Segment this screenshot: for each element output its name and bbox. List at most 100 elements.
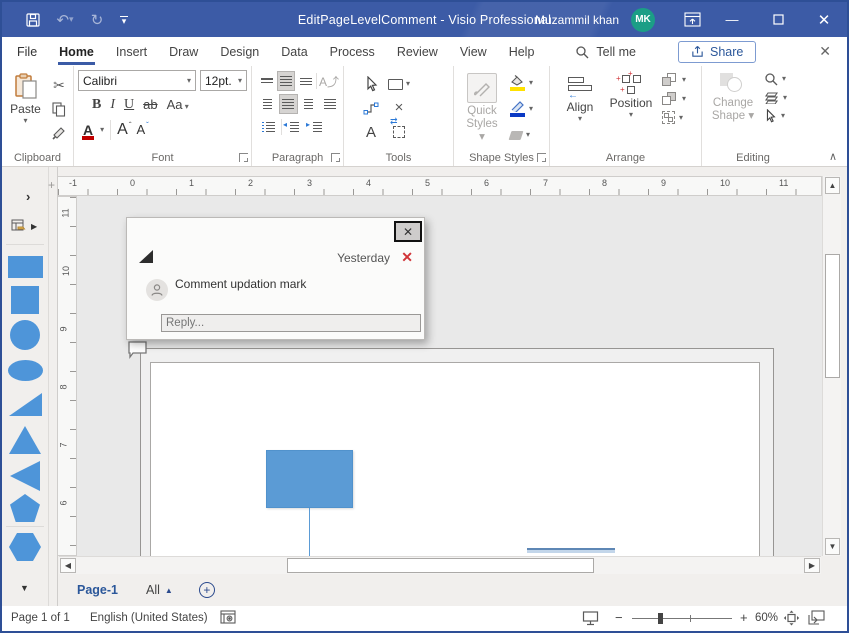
save-icon[interactable] (24, 11, 42, 29)
page-indicator[interactable]: Page 1 of 1 (11, 612, 70, 624)
zoom-out-button[interactable]: − (615, 610, 623, 625)
close-button[interactable]: ✕ (801, 2, 847, 37)
page-comment-indicator-icon[interactable] (127, 340, 149, 360)
font-dialog-launcher-icon[interactable] (239, 153, 248, 162)
close-document-icon[interactable]: ✕ (819, 43, 831, 60)
format-painter-icon[interactable] (49, 124, 69, 142)
align-center-button[interactable] (279, 94, 298, 114)
zoom-slider[interactable] (632, 618, 732, 619)
underline-button[interactable]: U (124, 97, 134, 113)
minimize-button[interactable]: — (709, 2, 755, 37)
master-circle[interactable] (10, 320, 40, 350)
presentation-mode-icon[interactable] (582, 610, 599, 626)
scroll-left-icon[interactable]: ◀ (60, 558, 76, 573)
fit-page-to-window-icon[interactable] (783, 610, 800, 626)
shrink-font-button[interactable]: Aˇ (136, 122, 147, 137)
vertical-scroll-thumb[interactable] (825, 254, 840, 378)
tab-home[interactable]: Home (48, 37, 105, 66)
delete-comment-icon[interactable]: ✕ (401, 249, 413, 266)
horizontal-scrollbar[interactable]: ◀ ▶ (59, 556, 821, 574)
font-size-select[interactable]: 12pt.▾ (200, 70, 247, 91)
paste-button[interactable]: Paste ▾ (6, 70, 45, 146)
tab-review[interactable]: Review (386, 37, 449, 66)
bring-forward-button[interactable]: ▾ (662, 73, 686, 87)
tab-draw[interactable]: Draw (158, 37, 209, 66)
scroll-down-icon[interactable]: ▼ (825, 538, 840, 555)
ribbon-display-options-icon[interactable] (675, 2, 709, 37)
expand-shapes-panel-icon[interactable]: › (26, 189, 30, 204)
bullets-button[interactable] (258, 117, 279, 137)
font-color-chevron-icon[interactable]: ▾ (100, 127, 104, 133)
grow-font-button[interactable]: Aˆ (117, 121, 130, 139)
italic-button[interactable]: I (110, 97, 115, 113)
master-square[interactable] (11, 286, 39, 314)
rectangle-tool-button[interactable]: ▾ (388, 79, 410, 90)
tab-design[interactable]: Design (209, 37, 270, 66)
comment-popup-close-button[interactable]: ✕ (394, 221, 422, 242)
comment-reply-input[interactable] (161, 314, 421, 332)
master-right-triangle[interactable] (9, 393, 42, 416)
tab-insert[interactable]: Insert (105, 37, 158, 66)
stencil-scroll-down-icon[interactable]: ▼ (20, 583, 29, 593)
increase-indent-button[interactable]: ▸ (307, 117, 328, 137)
user-name[interactable]: Muzammil khan (535, 13, 619, 27)
horizontal-ruler[interactable]: + -1 0 1 2 3 4 5 6 7 8 9 10 11 (57, 176, 822, 196)
master-ellipse[interactable] (8, 360, 43, 381)
align-button[interactable]: ← Align ▾ (560, 70, 600, 146)
change-shape-button[interactable]: ChangeShape ▾ (710, 70, 756, 146)
maximize-button[interactable] (755, 2, 801, 37)
copy-icon[interactable] (49, 100, 69, 118)
tab-help[interactable]: Help (498, 37, 546, 66)
align-right-button[interactable] (300, 94, 319, 114)
text-direction-button[interactable]: A⤴ (319, 71, 339, 91)
justify-button[interactable] (320, 94, 339, 114)
bold-button[interactable]: B (92, 97, 101, 113)
customize-qat-icon[interactable]: ▾ (120, 16, 128, 24)
effects-button[interactable]: ▾ (510, 124, 533, 146)
share-button[interactable]: Share (678, 41, 756, 63)
find-button[interactable]: ▾ (764, 72, 787, 86)
language-indicator[interactable]: English (United States) (90, 612, 208, 624)
group-button[interactable]: ▾ (662, 111, 686, 124)
switch-windows-icon[interactable] (808, 610, 825, 625)
tab-data[interactable]: Data (270, 37, 318, 66)
zoom-in-button[interactable]: + (740, 610, 748, 625)
master-triangle[interactable] (9, 426, 41, 454)
tell-me-search[interactable]: Tell me (575, 45, 636, 59)
master-left-arrow-triangle[interactable] (10, 461, 40, 491)
text-tool-button[interactable]: A (366, 124, 376, 141)
drawing-page[interactable] (150, 362, 760, 556)
connector-tool-icon[interactable] (363, 101, 379, 115)
undo-icon[interactable]: ↶▾ (56, 11, 74, 29)
macro-record-icon[interactable] (220, 610, 236, 624)
font-color-button[interactable]: A (82, 122, 94, 138)
master-hexagon[interactable] (9, 533, 41, 561)
master-pentagon[interactable] (10, 494, 40, 522)
horizontal-scroll-thumb[interactable] (287, 558, 594, 573)
master-rectangle[interactable] (8, 256, 43, 278)
zoom-level[interactable]: 60% (755, 612, 778, 624)
fill-color-button[interactable]: ▾ (510, 72, 533, 94)
scroll-right-icon[interactable]: ▶ (804, 558, 820, 573)
change-case-button[interactable]: Aa ▾ (167, 97, 189, 112)
line-color-button[interactable]: ▾ (510, 98, 533, 120)
tab-process[interactable]: Process (319, 37, 386, 66)
zoom-slider-thumb[interactable] (658, 613, 663, 624)
strikethrough-button[interactable]: ab (143, 97, 157, 112)
cut-icon[interactable]: ✂ (49, 76, 69, 94)
connection-point-tool-icon[interactable]: × (395, 103, 404, 113)
avatar[interactable]: MK (631, 8, 655, 32)
align-middle-button[interactable] (277, 71, 295, 91)
position-button[interactable]: +++ Position ▾ (606, 70, 656, 146)
align-left-button[interactable] (258, 94, 277, 114)
redo-icon[interactable]: ↻ (88, 11, 106, 29)
canvas-partial-shape[interactable] (527, 548, 615, 553)
vertical-scrollbar[interactable]: ▲ ▼ (822, 176, 841, 556)
decrease-indent-button[interactable]: ◂ (284, 117, 305, 137)
layers-button[interactable]: ▾ (764, 91, 787, 104)
stencil-window-icon[interactable]: ▶ (11, 219, 37, 234)
page-tab-page1[interactable]: Page-1 (77, 583, 118, 597)
all-pages-tab[interactable]: All ▲ (146, 583, 173, 597)
select-button[interactable]: ▾ (764, 109, 787, 123)
scroll-up-icon[interactable]: ▲ (825, 177, 840, 194)
